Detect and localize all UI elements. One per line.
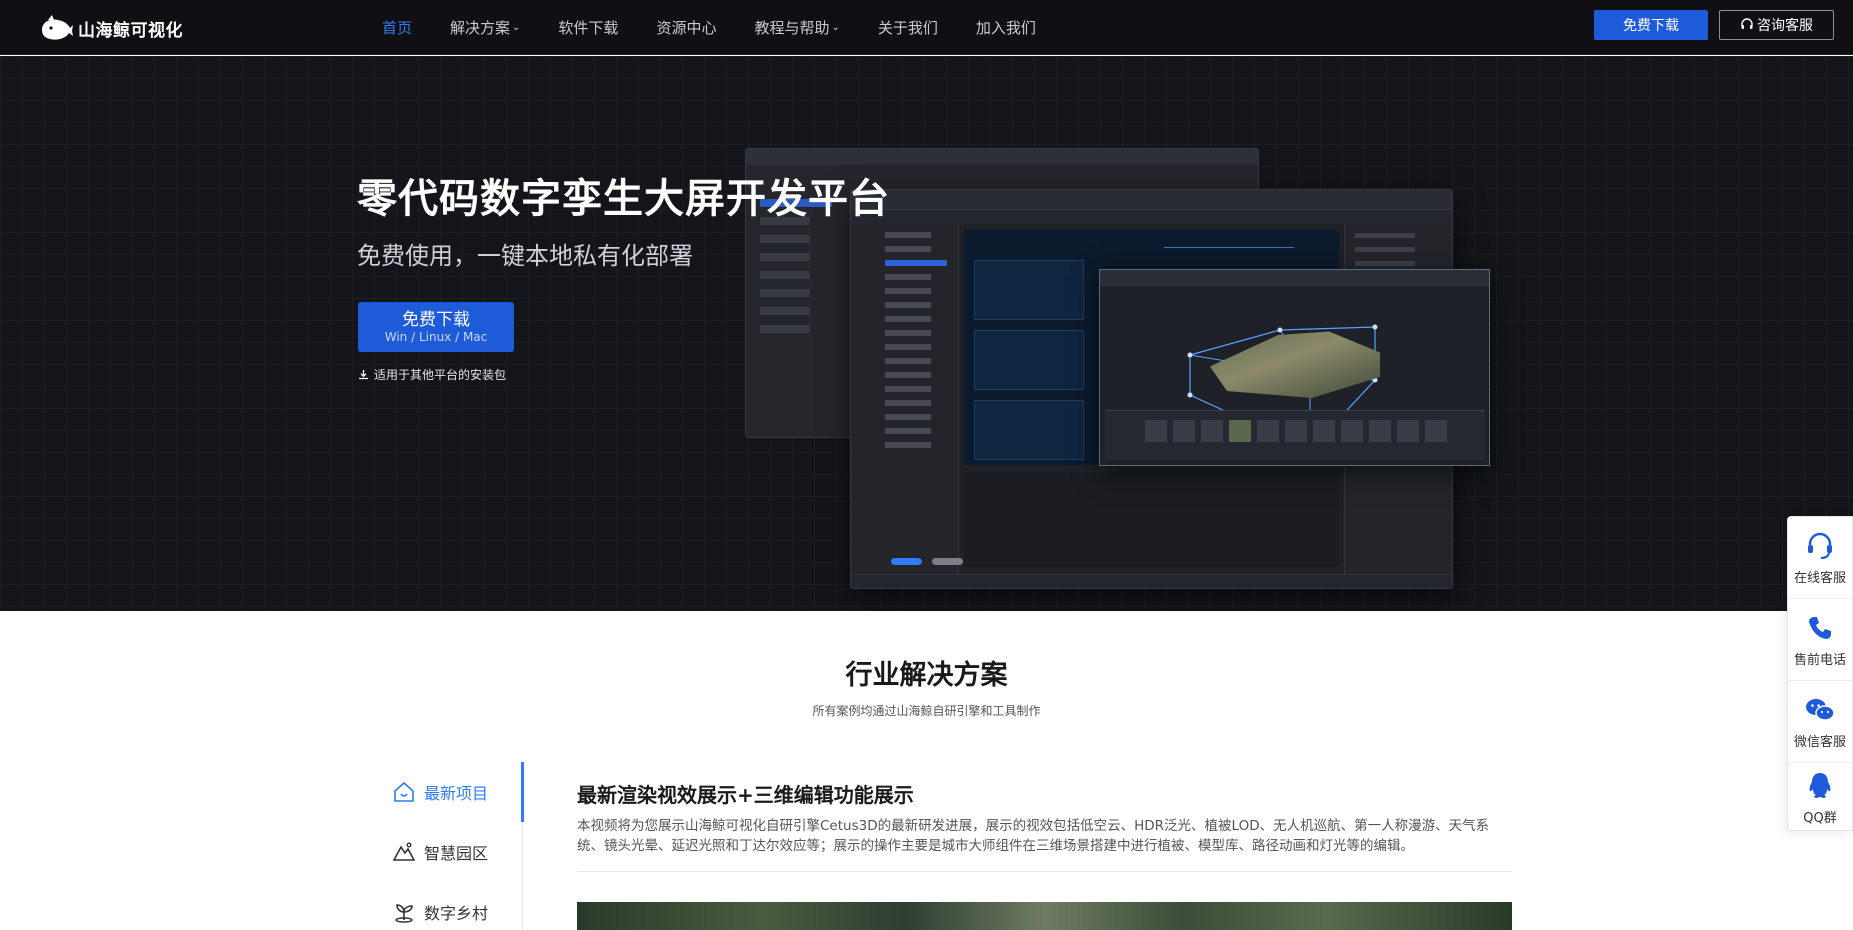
online-service-button[interactable]: 在线客服 <box>1788 517 1852 599</box>
solutions-tabs: 最新项目 智慧园区 数字乡村 <box>358 762 524 930</box>
nav-link-label: 解决方案 <box>450 19 511 37</box>
tab-label: 最新项目 <box>423 784 488 803</box>
wechat-icon <box>1806 698 1835 721</box>
nav-link-download[interactable]: 软件下载 <box>558 17 618 38</box>
qq-group-button[interactable]: QQ群 <box>1788 763 1852 833</box>
nav-links: 首页 解决方案 ⌄ 软件下载 资源中心 教程与帮助 ⌄ 关于我们 加入我们 <box>382 0 1074 55</box>
tab-digital-village[interactable]: 数字乡村 <box>358 882 522 930</box>
phone-icon <box>1809 616 1831 639</box>
presales-phone-button[interactable]: 售前电话 <box>1788 599 1852 681</box>
nav-link-home[interactable]: 首页 <box>382 17 412 38</box>
nav-link-label: 教程与帮助 <box>754 19 830 37</box>
float-label: 微信客服 <box>1793 734 1846 750</box>
free-download-button[interactable]: 免费下载 <box>1594 10 1708 40</box>
float-label: 在线客服 <box>1793 570 1846 586</box>
other-platforms-label: 适用于其他平台的安装包 <box>374 368 507 382</box>
hero-download-button[interactable]: 免费下载 Win / Linux / Mac <box>358 302 514 352</box>
brand-logo[interactable]: 山海鲸可视化 <box>40 8 183 48</box>
carousel-dot-2[interactable] <box>932 558 963 565</box>
hero-subtitle: 免费使用，一键本地私有化部署 <box>357 242 693 270</box>
wechat-service-button[interactable]: 微信客服 <box>1788 681 1852 763</box>
brand-name: 山海鲸可视化 <box>78 20 183 41</box>
hero-download-platforms: Win / Linux / Mac <box>384 330 488 344</box>
project-title: 最新渲染视效展示+三维编辑功能展示 <box>577 783 914 807</box>
chevron-down-icon: ⌄ <box>512 22 521 33</box>
whale-logo-icon <box>42 15 73 40</box>
nav-link-join[interactable]: 加入我们 <box>976 17 1036 38</box>
float-label: 售前电话 <box>1793 652 1846 668</box>
consult-label: 咨询客服 <box>1757 18 1813 34</box>
tab-latest-projects[interactable]: 最新项目 <box>358 762 524 822</box>
top-nav: 山海鲸可视化 首页 解决方案 ⌄ 软件下载 资源中心 教程与帮助 ⌄ 关于我们 加入… <box>0 0 1853 55</box>
nav-link-label: 首页 <box>382 19 413 37</box>
nav-link-label: 加入我们 <box>975 19 1036 37</box>
download-icon <box>359 370 368 380</box>
floating-contact-sidebar: 在线客服 售前电话 微信客服 QQ群 <box>1787 516 1853 831</box>
solutions-subtitle: 所有案例均通过山海鲸自研引擎和工具制作 <box>812 704 1041 718</box>
project-description: 本视频将为您展示山海鲸可视化自研引擎Cetus3D的最新研发进展，展示的视效包括… <box>577 818 1490 854</box>
sprout-icon <box>395 904 413 923</box>
nav-link-solutions[interactable]: 解决方案 ⌄ <box>450 17 520 38</box>
project-video-thumbnail[interactable] <box>577 902 1512 930</box>
carousel-indicators <box>891 558 963 565</box>
nav-link-about[interactable]: 关于我们 <box>878 17 938 38</box>
consult-button[interactable]: 咨询客服 <box>1719 10 1834 40</box>
nav-link-tutorials[interactable]: 教程与帮助 ⌄ <box>754 17 839 38</box>
hero-download-label: 免费下载 <box>402 310 470 330</box>
divider <box>577 871 1512 872</box>
nav-link-label: 软件下载 <box>558 19 619 37</box>
home-icon <box>394 781 414 802</box>
product-screenshot-editor <box>1099 269 1490 466</box>
tab-smart-park[interactable]: 智慧园区 <box>358 822 522 882</box>
headset-icon <box>1741 18 1753 29</box>
nav-link-label: 关于我们 <box>877 19 938 37</box>
chevron-down-icon: ⌄ <box>831 22 840 33</box>
hero-banner: 零代码数字孪生大屏开发平台 免费使用，一键本地私有化部署 免费下载 Win / … <box>0 56 1853 611</box>
headset-icon <box>1808 532 1832 559</box>
mountain-icon <box>392 842 416 861</box>
other-platforms-link[interactable]: 适用于其他平台的安装包 <box>358 366 506 383</box>
tab-label: 智慧园区 <box>423 844 488 863</box>
qq-icon <box>1809 773 1831 798</box>
hero-title: 零代码数字孪生大屏开发平台 <box>357 176 890 222</box>
nav-link-resources[interactable]: 资源中心 <box>656 17 716 38</box>
tab-label: 数字乡村 <box>423 904 488 923</box>
float-label: QQ群 <box>1803 811 1837 826</box>
solutions-title: 行业解决方案 <box>845 660 1008 691</box>
nav-link-label: 资源中心 <box>656 19 717 37</box>
carousel-dot-1[interactable] <box>891 558 922 565</box>
